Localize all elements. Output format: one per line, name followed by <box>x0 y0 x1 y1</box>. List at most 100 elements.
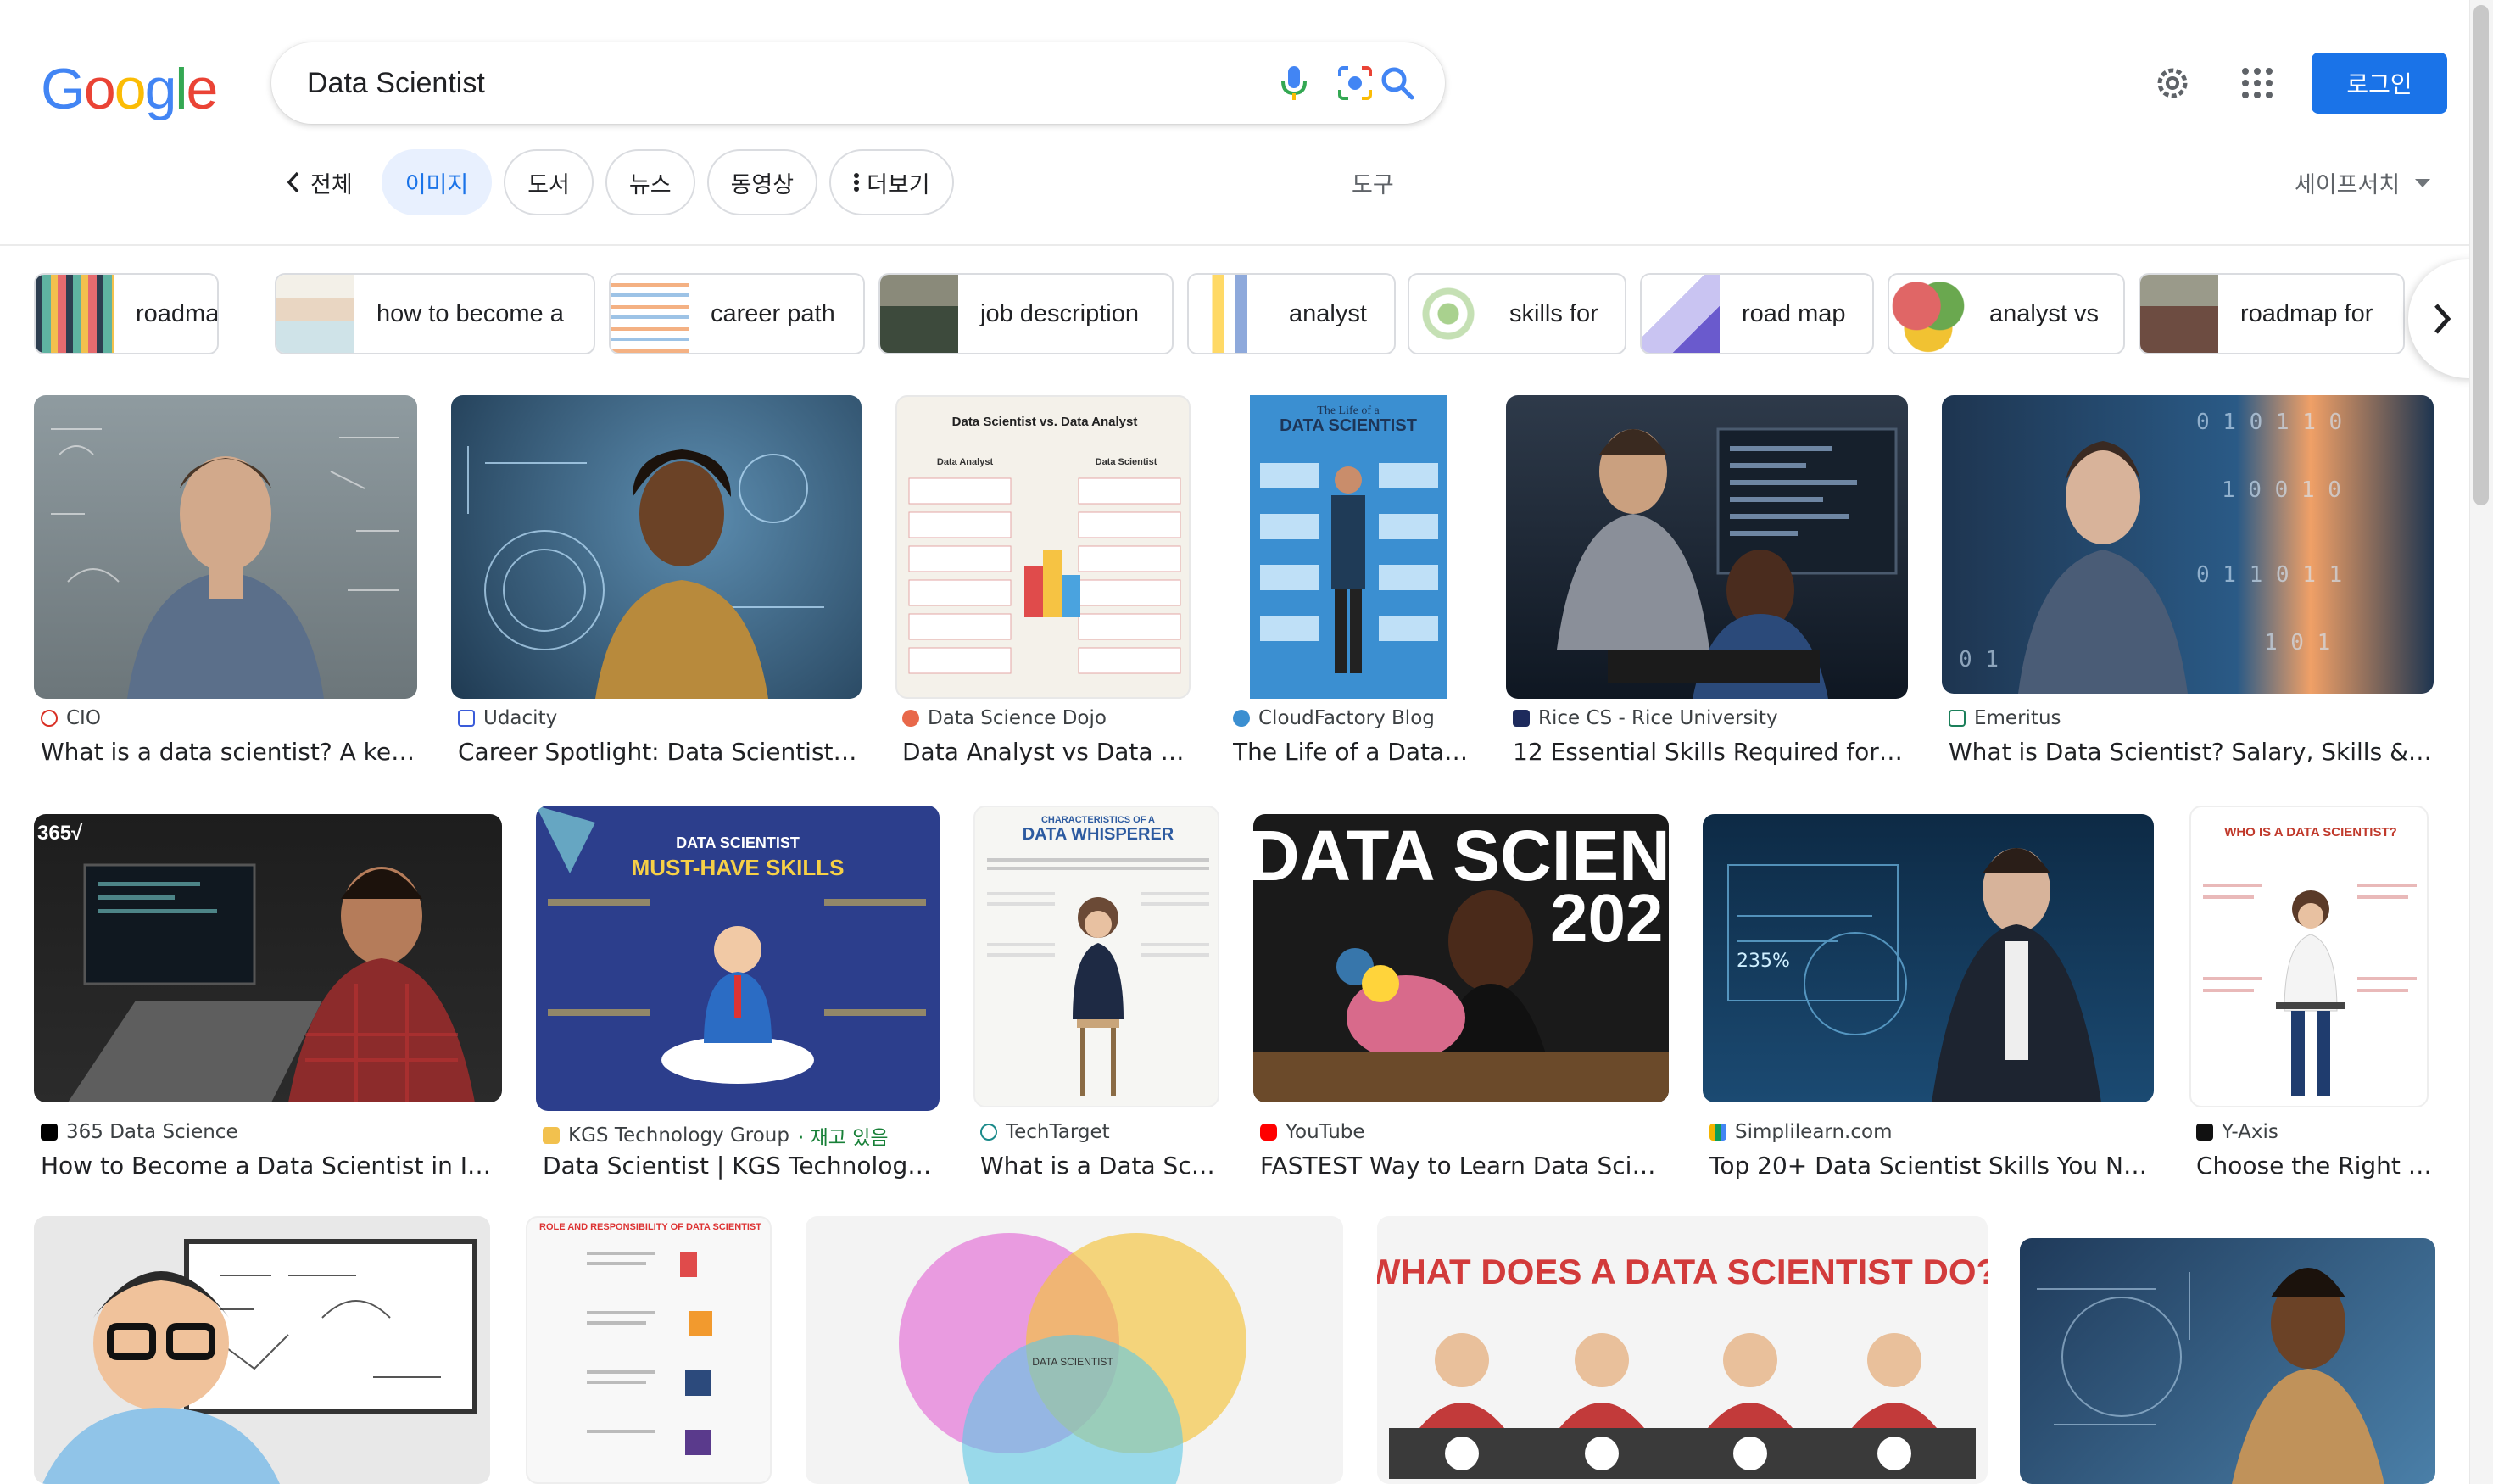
result-title[interactable]: What is a Data Scie... <box>980 1152 1219 1180</box>
result-image[interactable] <box>1506 395 1908 699</box>
result-source[interactable]: YouTube <box>1260 1121 1365 1143</box>
safesearch-menu[interactable]: 세이프서치 <box>2295 166 2431 199</box>
search-box[interactable] <box>271 42 1445 124</box>
result-card[interactable] <box>2020 1238 2435 1484</box>
result-card[interactable]: DATA SCIENTIST <box>806 1216 1343 1484</box>
result-source[interactable]: Udacity <box>458 707 557 729</box>
result-card[interactable]: WHO IS A DATA SCIENTIST? Y-Axis Choose t… <box>2189 806 2435 1184</box>
chip-job-description[interactable]: job description <box>878 273 1174 354</box>
chip-analyst-vs[interactable]: analyst vs <box>1888 273 2125 354</box>
result-image[interactable]: WHO IS A DATA SCIENTIST? <box>2189 806 2429 1107</box>
result-card[interactable]: 365√ 365 Data Science How to Become a Da… <box>34 806 502 1184</box>
apps-grid-icon[interactable] <box>2230 56 2284 110</box>
result-card[interactable]: WHAT DOES A DATA SCIENTIST DO? <box>1377 1216 1988 1484</box>
result-image[interactable] <box>34 1216 490 1484</box>
chip-analyst[interactable]: analyst <box>1187 273 1396 354</box>
result-source[interactable]: KGS Technology Group · 재고 있음 <box>543 1121 889 1150</box>
result-image[interactable]: Data Scientist vs. Data Analyst Data Ana… <box>895 395 1191 699</box>
result-card[interactable]: CHARACTERISTICS OF A DATA WHISPERER Tech… <box>973 806 1219 1184</box>
simplilearn-favicon-icon <box>1709 1124 1726 1141</box>
result-image[interactable]: ROLE AND RESPONSIBILITY OF DATA SCIENTIS… <box>526 1216 772 1484</box>
result-source-label: YouTube <box>1286 1121 1365 1143</box>
result-title[interactable]: FASTEST Way to Learn Data Scienc... <box>1260 1152 1669 1180</box>
result-source[interactable]: Emeritus <box>1949 707 2061 729</box>
result-title[interactable]: 12 Essential Skills Required for Da... <box>1513 738 1908 766</box>
result-source[interactable]: Simplilearn.com <box>1709 1121 1892 1143</box>
result-card[interactable]: Data Scientist vs. Data Analyst Data Ana… <box>895 395 1191 773</box>
camera-lens-icon[interactable] <box>1331 59 1379 107</box>
tab-all-label: 전체 <box>310 171 353 198</box>
result-source-label: TechTarget <box>1006 1121 1110 1143</box>
result-image[interactable] <box>451 395 862 699</box>
udacity-favicon-icon <box>458 710 475 727</box>
search-icon[interactable] <box>1374 59 1421 107</box>
result-card[interactable]: The Life of a DATA SCIENTIST CloudFactor… <box>1226 395 1470 773</box>
result-image[interactable]: DATA SCIENTIST <box>806 1216 1343 1484</box>
result-card[interactable]: ROLE AND RESPONSIBILITY OF DATA SCIENTIS… <box>526 1216 772 1484</box>
result-image[interactable] <box>34 395 417 699</box>
result-source[interactable]: CloudFactory Blog <box>1233 707 1435 729</box>
tab-books[interactable]: 도서 <box>504 149 594 215</box>
login-button[interactable]: 로그인 <box>2312 53 2447 114</box>
tab-news[interactable]: 뉴스 <box>605 149 695 215</box>
result-title[interactable]: How to Become a Data Scientist in India.… <box>41 1152 502 1180</box>
result-card[interactable]: DATA SCIENC 202 YouTube FASTEST Way to L… <box>1253 806 1669 1184</box>
tab-videos[interactable]: 동영상 <box>706 149 818 215</box>
chip-label: analyst <box>1289 299 1367 327</box>
result-title[interactable]: Career Spotlight: Data Scientist vs ... <box>458 738 862 766</box>
result-card[interactable] <box>34 1216 490 1484</box>
result-image[interactable]: DATA SCIENC 202 <box>1253 814 1669 1102</box>
tab-more[interactable]: 더보기 <box>829 149 954 215</box>
result-source[interactable]: Rice CS - Rice University <box>1513 707 1778 729</box>
chip-road-map[interactable]: road map <box>1640 273 1874 354</box>
result-image[interactable]: 365√ <box>34 814 502 1102</box>
chip-career-path[interactable]: career path <box>609 273 865 354</box>
settings-gear-icon[interactable] <box>2145 56 2200 110</box>
chip-roadmap-for[interactable]: roadmap for <box>2139 273 2405 354</box>
dojo-col1: Data Analyst <box>937 457 994 467</box>
chip-roadmap[interactable]: roadmap <box>34 273 219 354</box>
result-image[interactable]: CHARACTERISTICS OF A DATA WHISPERER <box>973 806 1219 1107</box>
result-image[interactable] <box>2020 1238 2435 1484</box>
result-title[interactable]: Choose the Right O... <box>2196 1152 2435 1180</box>
result-source[interactable]: Y-Axis <box>2196 1121 2278 1143</box>
result-source-label: Y-Axis <box>2222 1121 2278 1143</box>
tab-all[interactable]: 전체 <box>280 149 370 215</box>
chip-label: job description <box>980 299 1139 327</box>
result-image[interactable]: 235% <box>1703 814 2154 1102</box>
result-card[interactable]: Rice CS - Rice University 12 Essential S… <box>1506 395 1908 773</box>
tools-button[interactable]: 도구 <box>1352 166 1394 199</box>
result-image[interactable]: WHAT DOES A DATA SCIENTIST DO? <box>1377 1216 1988 1484</box>
result-source[interactable]: CIO <box>41 707 101 729</box>
result-title[interactable]: Data Analyst vs Data Sci... <box>902 738 1191 766</box>
result-card[interactable]: 235% Simplilearn.com Top 20+ Data Scient… <box>1703 806 2154 1184</box>
result-title[interactable]: The Life of a Data S... <box>1233 738 1470 766</box>
result-card[interactable]: DATA SCIENTIST MUST-HAVE SKILLS KGS Tech… <box>536 806 940 1184</box>
result-title[interactable]: Data Scientist | KGS Technology G... <box>543 1152 940 1180</box>
dojo-favicon-icon <box>902 710 919 727</box>
chip-how-to-become-a[interactable]: how to become a <box>275 273 595 354</box>
result-image[interactable]: The Life of a DATA SCIENTIST <box>1226 395 1470 699</box>
chip-skills-for[interactable]: skills for <box>1408 273 1626 354</box>
result-source[interactable]: TechTarget <box>980 1121 1110 1143</box>
result-source[interactable]: Data Science Dojo <box>902 707 1107 729</box>
result-title[interactable]: Top 20+ Data Scientist Skills You Need..… <box>1709 1152 2154 1180</box>
tab-images[interactable]: 이미지 <box>381 149 493 215</box>
result-card[interactable]: CIO What is a data scientist? A key d... <box>34 395 417 773</box>
search-input[interactable] <box>307 63 1155 103</box>
result-image[interactable]: 0 1 0 1 1 0 1 0 0 1 0 0 1 1 0 1 1 1 0 1 0 1 <box>1942 395 2434 694</box>
result-source[interactable]: 365 Data Science <box>41 1121 238 1143</box>
cf-sub: The Life of a <box>1317 404 1380 417</box>
result-title[interactable]: What is Data Scientist? Salary, Skills &… <box>1949 738 2434 766</box>
scrollbar-thumb[interactable] <box>2473 5 2489 505</box>
result-card[interactable]: 0 1 0 1 1 0 1 0 0 1 0 0 1 1 0 1 1 1 0 10 1 … <box>1942 395 2434 773</box>
chip-thumbnail <box>2140 275 2218 353</box>
result-title[interactable]: What is a data scientist? A key d... <box>41 738 417 766</box>
google-logo[interactable]: Google <box>41 56 218 122</box>
cloudfactory-favicon-icon <box>1233 710 1250 727</box>
result-card[interactable]: Udacity Career Spotlight: Data Scientist… <box>451 395 862 773</box>
result-image[interactable]: DATA SCIENTIST MUST-HAVE SKILLS <box>536 806 940 1111</box>
result-source-label: Data Science Dojo <box>928 707 1107 729</box>
page-scrollbar[interactable] <box>2469 0 2493 1484</box>
microphone-icon[interactable] <box>1270 59 1318 107</box>
